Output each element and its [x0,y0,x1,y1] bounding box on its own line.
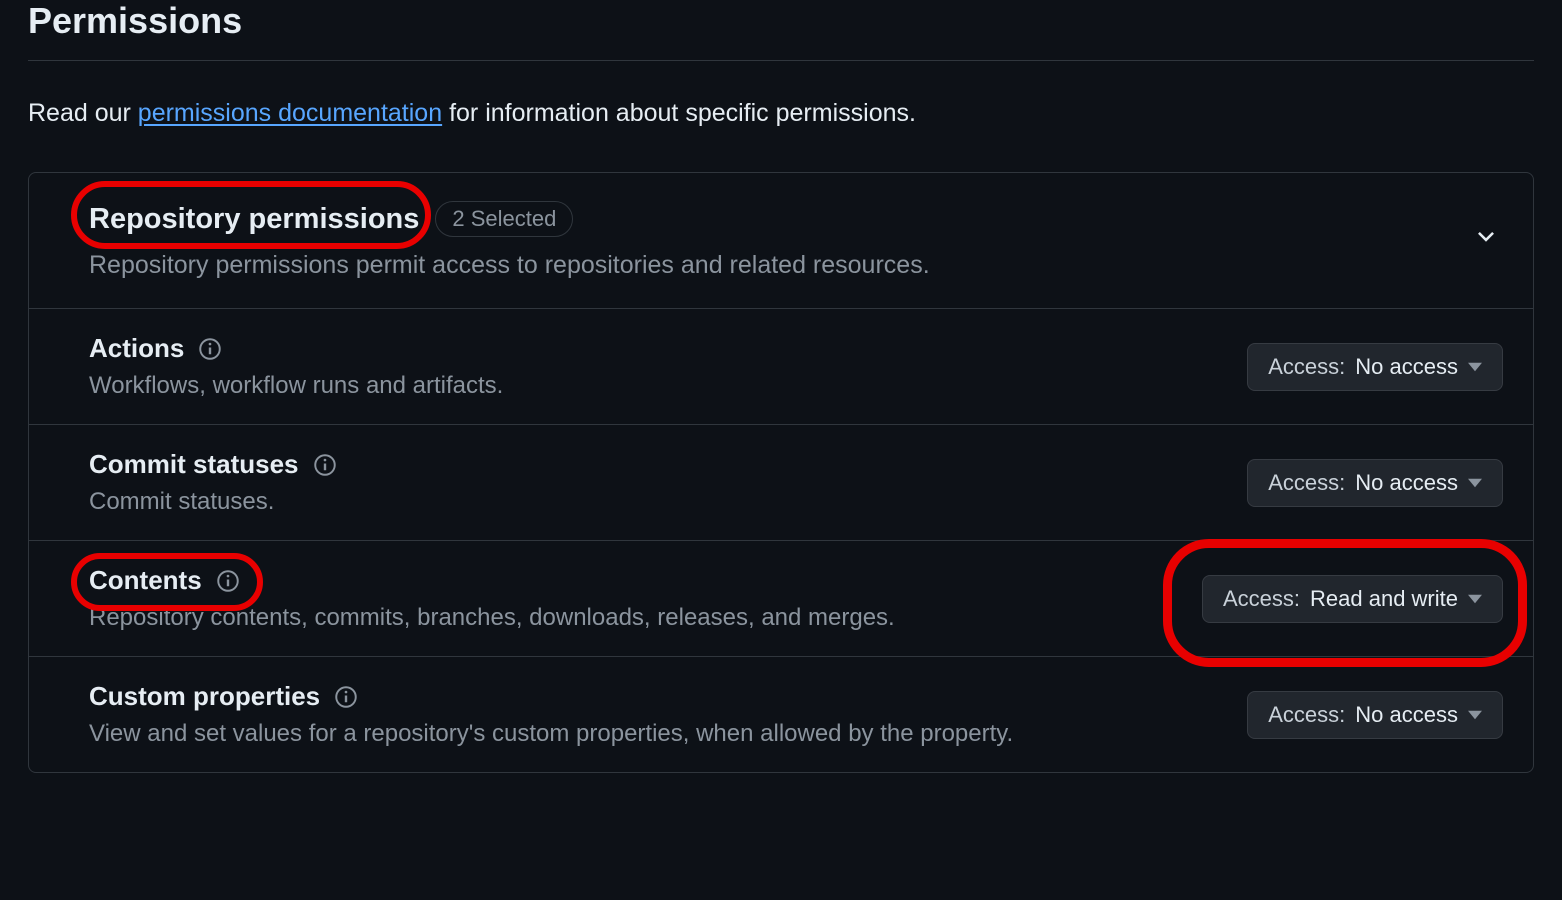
permission-row-contents: Contents Repository contents, commits, b… [29,541,1533,657]
section-description: Repository permissions permit access to … [89,251,930,280]
access-label-prefix: Access: [1268,702,1345,728]
access-level: No access [1355,354,1458,380]
permission-title: Commit statuses [89,449,299,480]
access-level: No access [1355,702,1458,728]
repository-permissions-header[interactable]: Repository permissions 2 Selected Reposi… [29,173,1533,309]
page-title: Permissions [28,0,1534,61]
access-dropdown-custom-properties[interactable]: Access: No access [1247,691,1503,739]
permission-description: View and set values for a repository's c… [89,720,1013,748]
intro-paragraph: Read our permissions documentation for i… [28,99,1534,128]
permissions-panel: Repository permissions 2 Selected Reposi… [28,172,1534,773]
info-icon[interactable] [216,569,240,593]
section-title: Repository permissions [89,203,419,236]
access-dropdown-commit-statuses[interactable]: Access: No access [1247,459,1503,507]
permission-title: Contents [89,565,202,596]
permission-description: Commit statuses. [89,488,337,516]
access-level: No access [1355,470,1458,496]
access-dropdown-actions[interactable]: Access: No access [1247,343,1503,391]
permission-row-actions: Actions Workflows, workflow runs and art… [29,309,1533,425]
caret-down-icon [1468,708,1482,722]
access-label-prefix: Access: [1268,354,1345,380]
selected-count-badge: 2 Selected [435,201,573,237]
permission-row-commit-statuses: Commit statuses Commit statuses. Access:… [29,425,1533,541]
intro-prefix: Read our [28,99,138,127]
permission-title: Custom properties [89,681,320,712]
access-level: Read and write [1310,586,1458,612]
caret-down-icon [1468,592,1482,606]
permission-row-custom-properties: Custom properties View and set values fo… [29,657,1533,772]
permission-title: Actions [89,333,184,364]
caret-down-icon [1468,360,1482,374]
permission-description: Workflows, workflow runs and artifacts. [89,372,503,400]
access-label-prefix: Access: [1268,470,1345,496]
access-dropdown-contents[interactable]: Access: Read and write [1202,575,1503,623]
info-icon[interactable] [198,337,222,361]
chevron-down-icon [1473,223,1499,256]
intro-suffix: for information about specific permissio… [442,99,916,127]
caret-down-icon [1468,476,1482,490]
permissions-doc-link[interactable]: permissions documentation [138,99,442,127]
info-icon[interactable] [313,453,337,477]
permission-description: Repository contents, commits, branches, … [89,604,895,632]
access-label-prefix: Access: [1223,586,1300,612]
info-icon[interactable] [334,685,358,709]
